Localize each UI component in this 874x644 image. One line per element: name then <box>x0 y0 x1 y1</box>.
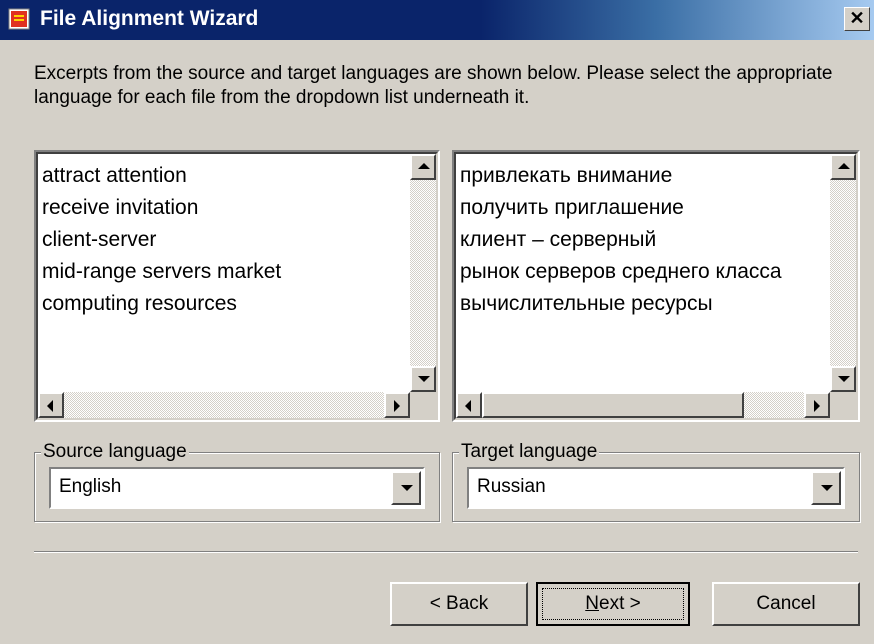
list-item[interactable]: получить приглашение <box>460 192 832 224</box>
source-language-group: Source language English <box>34 441 440 522</box>
arrow-right-icon <box>814 400 820 412</box>
window-title: File Alignment Wizard <box>40 7 259 30</box>
instructions-text: Excerpts from the source and target lang… <box>34 63 833 108</box>
scroll-left-button[interactable] <box>38 392 64 418</box>
next-button-label: ext > <box>599 593 641 614</box>
close-button[interactable]: ✕ <box>844 7 870 31</box>
dropdown-button[interactable] <box>811 471 841 505</box>
scroll-right-button[interactable] <box>384 392 410 418</box>
scroll-up-button[interactable] <box>410 154 436 180</box>
wizard-icon <box>8 8 30 30</box>
source-language-label: Source language <box>41 441 189 463</box>
target-language-value: Russian <box>477 476 546 497</box>
source-excerpt-list: attract attention receive invitation cli… <box>42 160 412 320</box>
target-horizontal-scrollbar[interactable] <box>456 392 830 418</box>
arrow-right-icon <box>394 400 400 412</box>
target-excerpt-listbox[interactable]: привлекать внимание получить приглашение… <box>452 150 860 422</box>
title-bar[interactable]: File Alignment Wizard ✕ <box>0 0 874 40</box>
list-item[interactable]: receive invitation <box>42 192 412 224</box>
arrow-left-icon <box>465 400 471 412</box>
scroll-corner <box>830 392 856 418</box>
chevron-down-icon <box>821 485 833 491</box>
target-language-label: Target language <box>459 441 600 463</box>
source-vertical-scrollbar[interactable] <box>410 154 436 392</box>
target-language-group: Target language Russian <box>452 441 860 522</box>
chevron-down-icon <box>401 485 413 491</box>
arrow-down-icon <box>418 376 430 382</box>
target-vertical-scrollbar[interactable] <box>830 154 856 392</box>
cancel-button-label: Cancel <box>756 593 816 614</box>
target-language-dropdown[interactable]: Russian <box>467 467 845 509</box>
source-listbox-frame: attract attention receive invitation cli… <box>36 152 438 420</box>
target-listbox-frame: привлекать внимание получить приглашение… <box>454 152 858 420</box>
close-icon: ✕ <box>849 8 865 28</box>
scroll-left-button[interactable] <box>456 392 482 418</box>
next-button[interactable]: Next > <box>536 582 690 626</box>
source-horizontal-scrollbar[interactable] <box>38 392 410 418</box>
back-button[interactable]: < Back <box>390 582 528 626</box>
separator-line <box>34 551 858 553</box>
list-item[interactable]: client-server <box>42 224 412 256</box>
cancel-button[interactable]: Cancel <box>712 582 860 626</box>
dropdown-button[interactable] <box>391 471 421 505</box>
list-item[interactable]: вычислительные ресурсы <box>460 288 832 320</box>
scroll-down-button[interactable] <box>410 366 436 392</box>
arrow-left-icon <box>47 400 53 412</box>
list-item[interactable]: рынок серверов среднего класса <box>460 256 832 288</box>
scroll-down-button[interactable] <box>830 366 856 392</box>
scroll-corner <box>410 392 436 418</box>
list-item[interactable]: клиент – серверный <box>460 224 832 256</box>
scroll-up-button[interactable] <box>830 154 856 180</box>
source-excerpt-listbox[interactable]: attract attention receive invitation cli… <box>34 150 440 422</box>
arrow-down-icon <box>838 376 850 382</box>
arrow-up-icon <box>418 163 430 169</box>
arrow-up-icon <box>838 163 850 169</box>
source-language-value: English <box>59 476 122 497</box>
scroll-thumb[interactable] <box>482 392 744 418</box>
file-alignment-wizard-window: File Alignment Wizard ✕ Excerpts from th… <box>0 0 874 644</box>
back-button-label: < Back <box>429 593 489 614</box>
list-item[interactable]: mid-range servers market <box>42 256 412 288</box>
list-item[interactable]: привлекать внимание <box>460 160 832 192</box>
source-language-dropdown[interactable]: English <box>49 467 425 509</box>
list-item[interactable]: attract attention <box>42 160 412 192</box>
next-mnemonic: N <box>585 593 599 614</box>
scroll-right-button[interactable] <box>804 392 830 418</box>
list-item[interactable]: computing resources <box>42 288 412 320</box>
focus-rect: Next > <box>542 588 684 620</box>
target-excerpt-list: привлекать внимание получить приглашение… <box>460 160 832 320</box>
